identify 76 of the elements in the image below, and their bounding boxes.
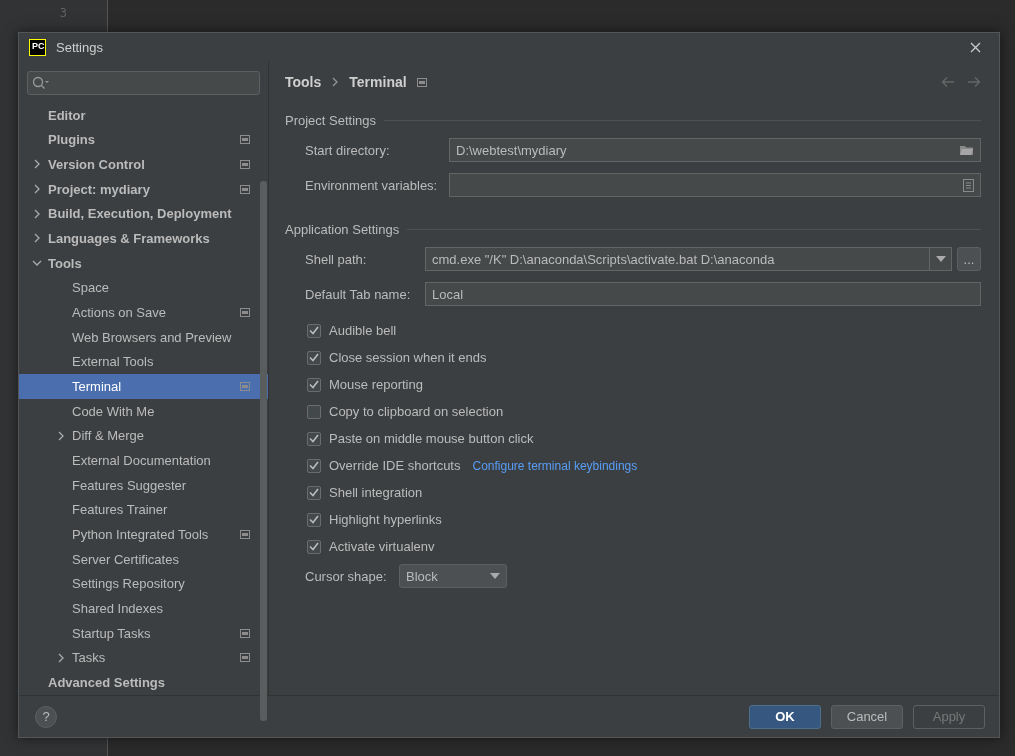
settings-nav-item[interactable]: External Documentation	[19, 448, 268, 473]
settings-nav-item[interactable]: Languages & Frameworks	[19, 226, 268, 251]
checkbox[interactable]	[307, 404, 321, 419]
scrollbar[interactable]	[260, 181, 267, 721]
settings-nav-item[interactable]: Diff & Merge	[19, 423, 268, 449]
close-icon[interactable]	[970, 41, 981, 53]
field-label: Environment variables:	[305, 177, 439, 193]
settings-nav-item[interactable]: Tools	[19, 250, 268, 276]
search-field[interactable]	[27, 71, 260, 95]
field-label: Shell path:	[305, 251, 368, 267]
settings-nav-item[interactable]: Build, Execution, Deployment	[19, 201, 268, 227]
checkbox[interactable]	[307, 350, 321, 365]
settings-nav-item[interactable]: Python Integrated Tools	[19, 522, 268, 547]
field-label: Cursor shape:	[305, 568, 388, 584]
checkbox-label: Close session when it ends	[329, 350, 487, 365]
start-directory-field[interactable]: D:\webtest\mydiary	[449, 138, 981, 162]
dialog-button[interactable]: OK	[749, 704, 821, 729]
checkbox-label: Audible bell	[329, 323, 397, 338]
checkbox[interactable]	[307, 539, 321, 554]
settings-nav-item[interactable]: Settings Repository	[19, 571, 268, 597]
settings-nav-item[interactable]: Tasks	[19, 645, 268, 671]
settings-nav-item[interactable]: Actions on Save	[19, 300, 268, 325]
checkbox[interactable]	[307, 323, 321, 338]
settings-nav-item[interactable]: Features Trainer	[19, 497, 268, 523]
app-logo: PC	[29, 38, 46, 56]
settings-nav-item[interactable]: Project: mydiary	[19, 176, 268, 202]
checkbox-label: Copy to clipboard on selection	[329, 404, 504, 419]
checkbox-label: Mouse reporting	[329, 377, 423, 392]
project-level-icon	[416, 77, 427, 87]
document-icon[interactable]	[963, 178, 974, 192]
dialog-button[interactable]: Cancel	[831, 704, 903, 729]
window-title: Settings	[56, 39, 104, 55]
settings-nav-item[interactable]: Editor	[19, 102, 268, 128]
section-title: Project Settings	[285, 113, 377, 128]
settings-nav-item[interactable]: Advanced Settings	[19, 670, 268, 695]
folder-icon[interactable]	[959, 144, 974, 156]
breadcrumb-item: Terminal	[349, 74, 407, 90]
checkbox[interactable]	[307, 485, 321, 500]
search-icon	[32, 75, 50, 90]
checkbox-label: Highlight hyperlinks	[329, 512, 442, 527]
settings-nav-item[interactable]: Code With Me	[19, 398, 268, 424]
settings-nav-item[interactable]: Server Certificates	[19, 546, 268, 572]
settings-nav-item[interactable]: Shared Indexes	[19, 596, 268, 621]
help-button[interactable]: ?	[35, 705, 57, 728]
checkbox-label: Override IDE shortcuts	[329, 458, 461, 473]
field-label: Default Tab name:	[305, 286, 412, 302]
checkbox[interactable]	[307, 512, 321, 527]
chevron-right-icon	[331, 77, 340, 87]
checkbox[interactable]	[307, 431, 321, 446]
section-title: Application Settings	[285, 222, 400, 237]
breadcrumb-item: Tools	[285, 74, 322, 90]
settings-nav-item[interactable]: Terminal	[19, 374, 268, 399]
field-label: Start directory:	[305, 142, 391, 158]
cursor-shape-dropdown[interactable]: Block	[399, 564, 507, 588]
dropdown-arrow-icon	[935, 256, 946, 262]
settings-nav-item[interactable]: External Tools	[19, 349, 268, 375]
checkbox-label: Shell integration	[329, 485, 423, 500]
checkbox[interactable]	[307, 458, 321, 473]
field-value: cmd.exe "/K" D:\anaconda\Scripts\activate.bat D:\anaconda	[432, 251, 776, 267]
tab-name-field[interactable]: Local	[425, 282, 981, 306]
settings-nav-item[interactable]: Features Suggester	[19, 472, 268, 498]
checkbox-label: Activate virtualenv	[329, 539, 435, 554]
environment-variables-field[interactable]	[449, 173, 981, 197]
settings-nav-item[interactable]: Version Control	[19, 152, 268, 177]
checkbox-label: Paste on middle mouse button click	[329, 431, 534, 446]
shell-path-combo[interactable]: cmd.exe "/K" D:\anaconda\Scripts\activate.bat D:\anaconda	[425, 247, 952, 271]
dropdown-arrow-icon	[490, 573, 500, 579]
settings-nav-item[interactable]: Web Browsers and Preview	[19, 324, 268, 350]
settings-nav-item[interactable]: Plugins	[19, 127, 268, 153]
settings-nav-item[interactable]: Startup Tasks	[19, 620, 268, 646]
checkbox[interactable]	[307, 377, 321, 392]
field-value: D:\webtest\mydiary	[456, 142, 568, 158]
field-value: Local	[432, 286, 465, 302]
settings-nav-item[interactable]: Space	[19, 275, 268, 301]
browse-button[interactable]: ...	[957, 247, 981, 271]
keybindings-link[interactable]: Configure terminal keybindings	[472, 458, 638, 473]
